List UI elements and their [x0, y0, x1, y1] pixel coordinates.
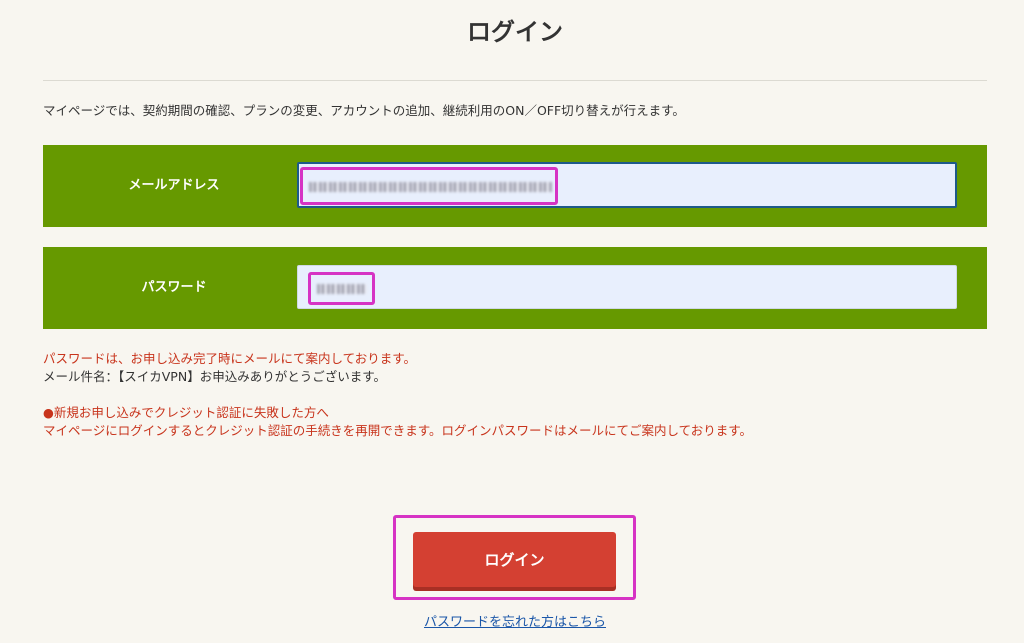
title-divider — [43, 80, 987, 81]
page-title: ログイン — [467, 18, 563, 47]
email-subject-note: メール件名：【スイカVPN】お申込みありがとうございます。 — [43, 369, 386, 384]
password-row: パスワード — [43, 247, 987, 329]
password-value-redacted — [317, 284, 367, 294]
email-value-redacted — [309, 182, 552, 192]
notes-spacer — [43, 386, 752, 404]
forgot-password-link[interactable]: パスワードを忘れた方はこちら — [0, 611, 1024, 630]
password-info-note: パスワードは、お申し込み完了時にメールにて案内しております。 — [43, 351, 417, 366]
credit-failure-heading: ●新規お申し込みでクレジット認証に失敗した方へ — [43, 405, 329, 420]
password-input[interactable] — [297, 265, 957, 309]
email-label: メールアドレス — [128, 178, 220, 193]
email-row: メールアドレス — [43, 145, 987, 227]
notes-section: パスワードは、お申し込み完了時にメールにて案内しております。 メール件名：【スイ… — [43, 350, 752, 440]
password-label: パスワード — [141, 280, 207, 295]
credit-failure-body: マイページにログインするとクレジット認証の手続きを再開できます。ログインパスワー… — [43, 423, 753, 438]
login-button[interactable]: ログイン — [413, 532, 616, 587]
intro-text: マイページでは、契約期間の確認、プランの変更、アカウントの追加、継続利用のON／… — [43, 103, 685, 118]
